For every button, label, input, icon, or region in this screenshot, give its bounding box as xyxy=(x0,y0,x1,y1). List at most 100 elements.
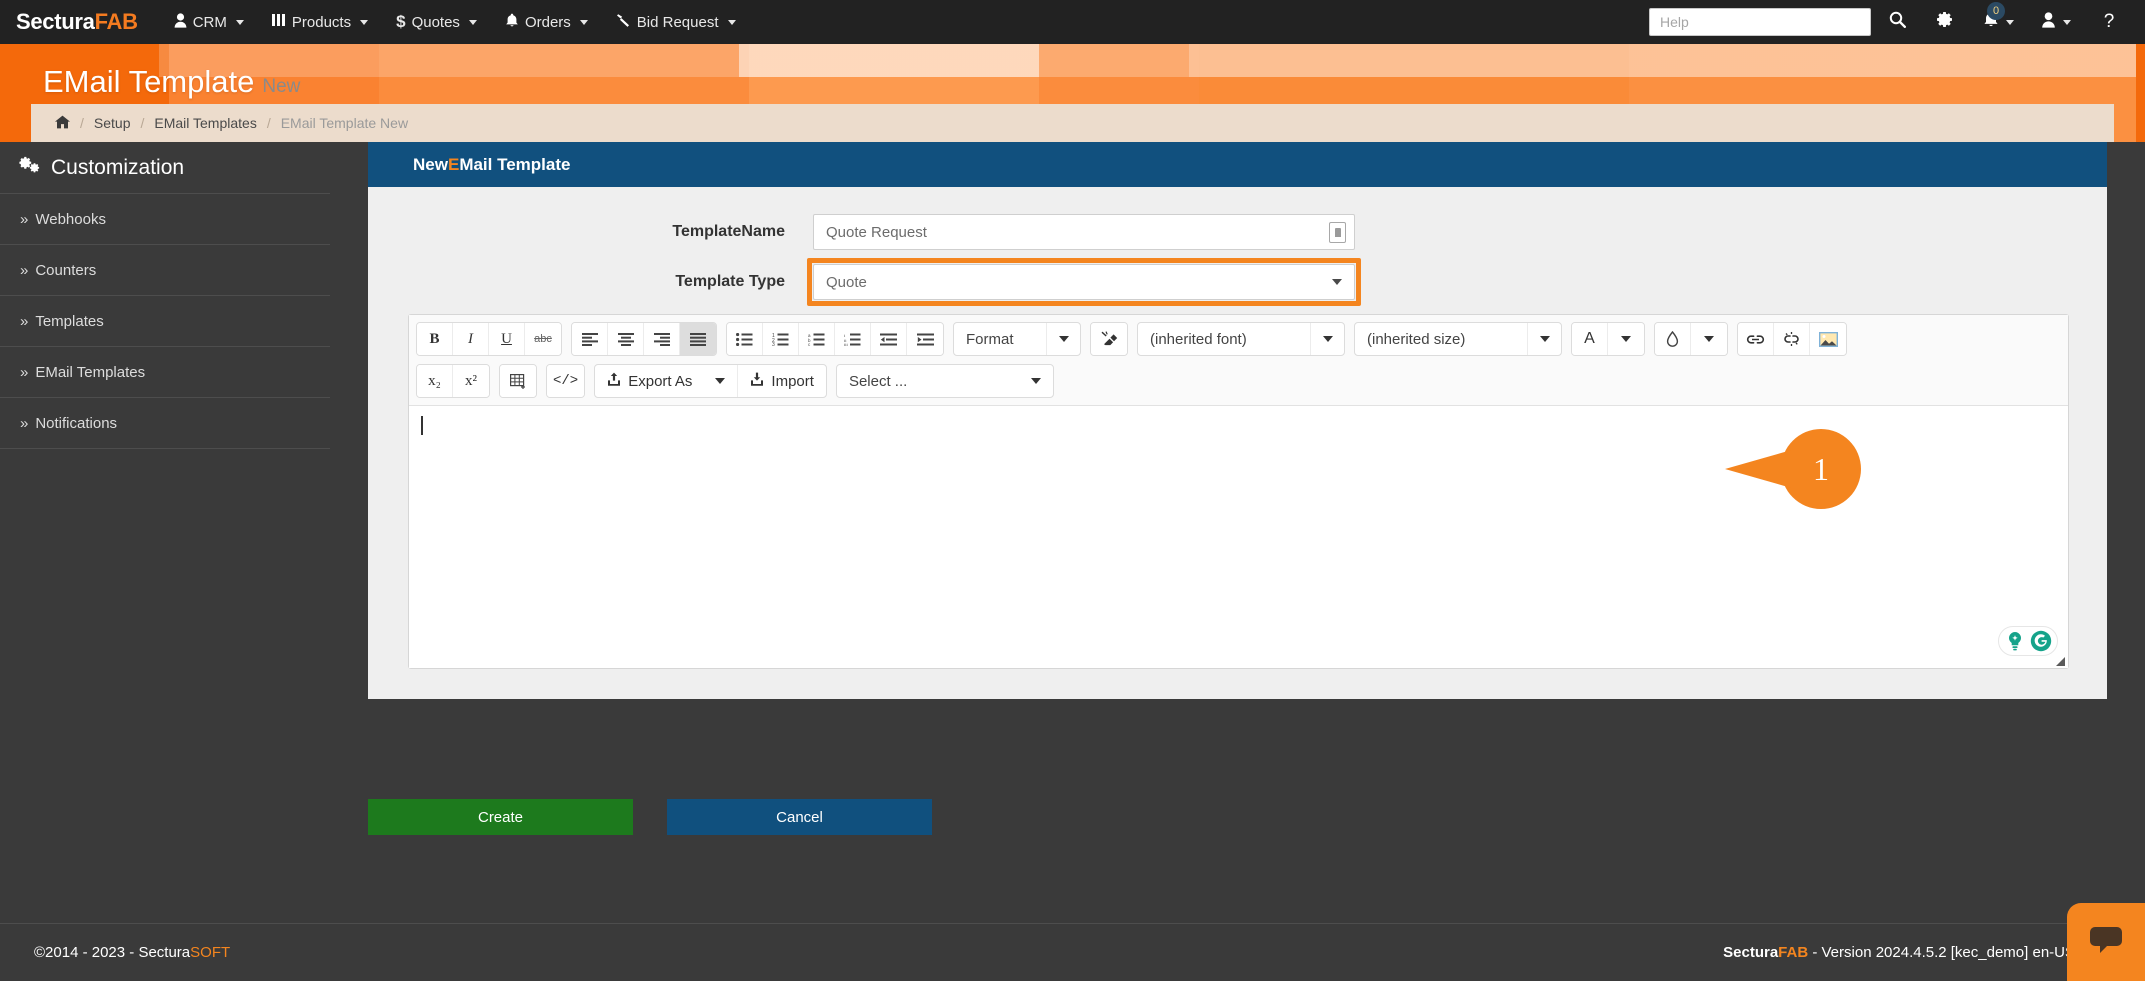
superscript-button[interactable]: x² xyxy=(453,365,489,397)
align-center-button[interactable] xyxy=(608,323,644,355)
chevron-down-icon xyxy=(1019,365,1053,397)
template-picker-icon[interactable] xyxy=(1329,222,1346,243)
text-color-button[interactable]: A xyxy=(1572,323,1608,355)
list-group: 123 abc iiiiii xyxy=(726,322,944,356)
columns-icon xyxy=(272,13,286,31)
home-icon[interactable] xyxy=(47,115,78,132)
text-cursor xyxy=(421,416,423,435)
breadcrumb-item-setup[interactable]: Setup xyxy=(86,115,139,131)
user-menu-button[interactable] xyxy=(2029,0,2083,44)
import-button[interactable]: Import xyxy=(738,365,826,397)
help-search-input[interactable] xyxy=(1649,8,1871,36)
chevron-down-icon xyxy=(360,20,368,25)
table-icon[interactable] xyxy=(500,365,536,397)
align-left-button[interactable] xyxy=(572,323,608,355)
clear-format-group xyxy=(1090,322,1128,356)
search-button[interactable] xyxy=(1875,0,1919,44)
user-icon xyxy=(2041,12,2056,33)
sidebar-item-counters[interactable]: » Counters xyxy=(0,245,330,296)
chevron-right-icon: » xyxy=(20,364,28,381)
sidebar-heading: Customization xyxy=(0,142,330,194)
breadcrumb-item-email-templates[interactable]: EMail Templates xyxy=(146,115,264,131)
lightbulb-icon[interactable] xyxy=(2003,629,2027,653)
droplet-icon[interactable] xyxy=(1655,323,1691,355)
nav-item-orders[interactable]: Orders xyxy=(491,0,602,44)
nav-right-group: 0 ? xyxy=(1649,0,2145,44)
grammarly-widget[interactable] xyxy=(1998,626,2058,656)
grammarly-g-icon[interactable] xyxy=(2029,629,2053,653)
svg-text:iii: iii xyxy=(844,342,849,346)
template-name-label: TemplateName xyxy=(368,223,813,241)
source-code-button[interactable]: </> xyxy=(547,365,584,397)
breadcrumb-separator: / xyxy=(140,115,144,131)
version-brand-suffix: FAB xyxy=(1778,944,1808,961)
align-justify-button[interactable] xyxy=(680,323,716,355)
link-icon[interactable] xyxy=(1738,323,1774,355)
text-color-group: A xyxy=(1571,322,1645,356)
bold-button[interactable]: B xyxy=(417,323,453,355)
svg-text:c: c xyxy=(808,342,811,346)
font-family-dropdown[interactable]: (inherited font) xyxy=(1137,322,1345,356)
nav-item-crm-label: CRM xyxy=(193,14,227,31)
nav-item-crm[interactable]: CRM xyxy=(160,0,258,44)
create-button[interactable]: Create xyxy=(368,799,633,835)
chevron-down-icon xyxy=(580,20,588,25)
sidebar-item-webhooks[interactable]: » Webhooks xyxy=(0,194,330,245)
bullet-list-button[interactable] xyxy=(727,323,763,355)
lettered-list-button[interactable]: iiiiii xyxy=(835,323,871,355)
format-dropdown[interactable]: Format xyxy=(953,322,1081,356)
ordered-list-button[interactable]: abc xyxy=(799,323,835,355)
background-color-dropdown[interactable] xyxy=(1691,323,1727,355)
unlink-icon[interactable] xyxy=(1774,323,1810,355)
page-header-banner: EMail TemplateNew / Setup / EMail Templa… xyxy=(0,44,2145,142)
chevron-down-icon xyxy=(728,20,736,25)
italic-button[interactable]: I xyxy=(453,323,489,355)
brand-logo[interactable]: SecturaFAB xyxy=(0,9,160,35)
copyright-suffix: SOFT xyxy=(190,944,230,961)
nav-item-quotes[interactable]: $ Quotes xyxy=(382,0,491,44)
export-as-button[interactable]: Export As xyxy=(595,365,738,397)
text-color-dropdown[interactable] xyxy=(1608,323,1644,355)
merge-field-select[interactable]: Select ... xyxy=(836,364,1054,398)
cancel-button[interactable]: Cancel xyxy=(667,799,932,835)
bell-icon xyxy=(505,13,519,32)
subscript-button[interactable]: x₂ xyxy=(417,365,453,397)
form-actions: Create Cancel xyxy=(368,799,932,835)
sidebar-item-notifications[interactable]: » Notifications xyxy=(0,398,330,449)
notifications-button[interactable]: 0 xyxy=(1971,0,2025,44)
chevron-down-icon xyxy=(715,378,725,384)
sidebar-item-templates[interactable]: » Templates xyxy=(0,296,330,347)
font-size-label: (inherited size) xyxy=(1355,331,1479,348)
chevron-right-icon: » xyxy=(20,211,28,228)
strikethrough-button[interactable]: abc xyxy=(525,323,561,355)
chat-widget-button[interactable] xyxy=(2067,903,2145,981)
eraser-icon[interactable] xyxy=(1091,323,1127,355)
panel-title-accent: E xyxy=(448,155,459,175)
indent-button[interactable] xyxy=(907,323,943,355)
numbered-list-button[interactable]: 123 xyxy=(763,323,799,355)
template-name-input[interactable] xyxy=(813,214,1355,250)
alignment-group xyxy=(571,322,717,356)
settings-button[interactable] xyxy=(1923,0,1967,44)
text-style-group: B I U abc xyxy=(416,322,562,356)
top-navigation-bar: SecturaFAB CRM Products $ Quotes Orders … xyxy=(0,0,2145,44)
underline-button[interactable]: U xyxy=(489,323,525,355)
gear-icon xyxy=(1937,11,1954,33)
outdent-button[interactable] xyxy=(871,323,907,355)
copyright-prefix: ©2014 - 2023 - Sectura xyxy=(34,944,190,961)
nav-item-products[interactable]: Products xyxy=(258,0,382,44)
sidebar-item-email-templates[interactable]: » EMail Templates xyxy=(0,347,330,398)
align-right-button[interactable] xyxy=(644,323,680,355)
chevron-right-icon: » xyxy=(20,313,28,330)
help-button[interactable]: ? xyxy=(2087,0,2131,44)
chevron-right-icon: » xyxy=(20,262,28,279)
sidebar-item-label: EMail Templates xyxy=(35,364,145,381)
image-icon[interactable] xyxy=(1810,323,1846,355)
font-size-dropdown[interactable]: (inherited size) xyxy=(1354,322,1562,356)
template-name-input-wrap xyxy=(813,214,1355,250)
nav-item-bid-request[interactable]: Bid Request xyxy=(602,0,750,44)
dollar-icon: $ xyxy=(396,12,405,32)
editor-toolbar: B I U abc xyxy=(409,315,2068,406)
resize-handle[interactable] xyxy=(2056,657,2065,666)
template-type-select[interactable]: Quote xyxy=(813,264,1355,300)
